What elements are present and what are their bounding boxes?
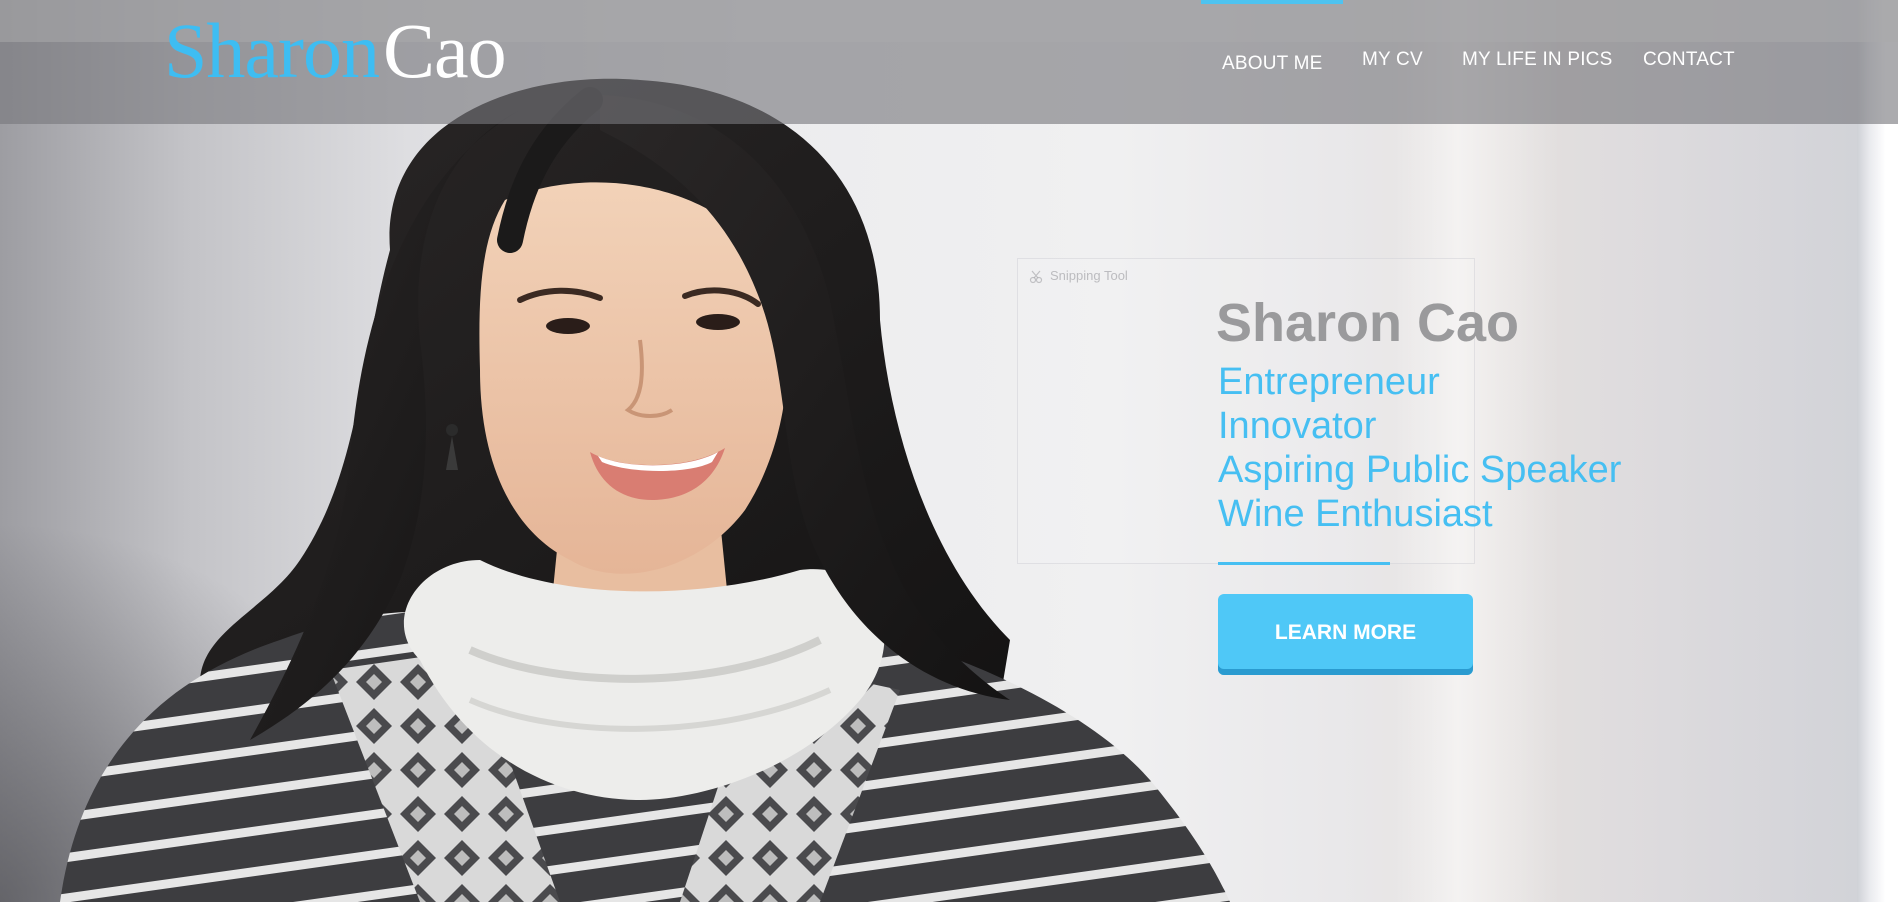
page-right-margin	[1857, 0, 1898, 902]
role-item: Wine Enthusiast	[1218, 493, 1493, 535]
learn-more-button[interactable]: LEARN MORE	[1218, 594, 1473, 675]
site-logo[interactable]: SharonCao	[164, 12, 507, 90]
scissors-icon	[1029, 270, 1043, 284]
active-nav-indicator	[1201, 0, 1343, 4]
role-item: Aspiring Public Speaker	[1218, 449, 1622, 491]
nav-my-cv[interactable]: MY CV	[1362, 49, 1423, 71]
role-item: Innovator	[1218, 405, 1377, 447]
nav-contact[interactable]: CONTACT	[1643, 49, 1735, 71]
nav-my-life-in-pics[interactable]: MY LIFE IN PICS	[1462, 49, 1612, 71]
hero-name: Sharon Cao	[1216, 293, 1520, 353]
role-item: Entrepreneur	[1218, 361, 1440, 403]
logo-last-name: Cao	[382, 7, 507, 94]
hero-divider	[1218, 562, 1390, 565]
hero-roles: Entrepreneur Innovator Aspiring Public S…	[1218, 360, 1621, 536]
logo-first-name: Sharon	[164, 7, 380, 94]
page: SharonCao ABOUT ME MY CV MY LIFE IN PICS…	[0, 0, 1898, 902]
nav-about-me[interactable]: ABOUT ME	[1222, 53, 1323, 75]
snipping-tool-label: Snipping Tool	[1050, 268, 1128, 283]
